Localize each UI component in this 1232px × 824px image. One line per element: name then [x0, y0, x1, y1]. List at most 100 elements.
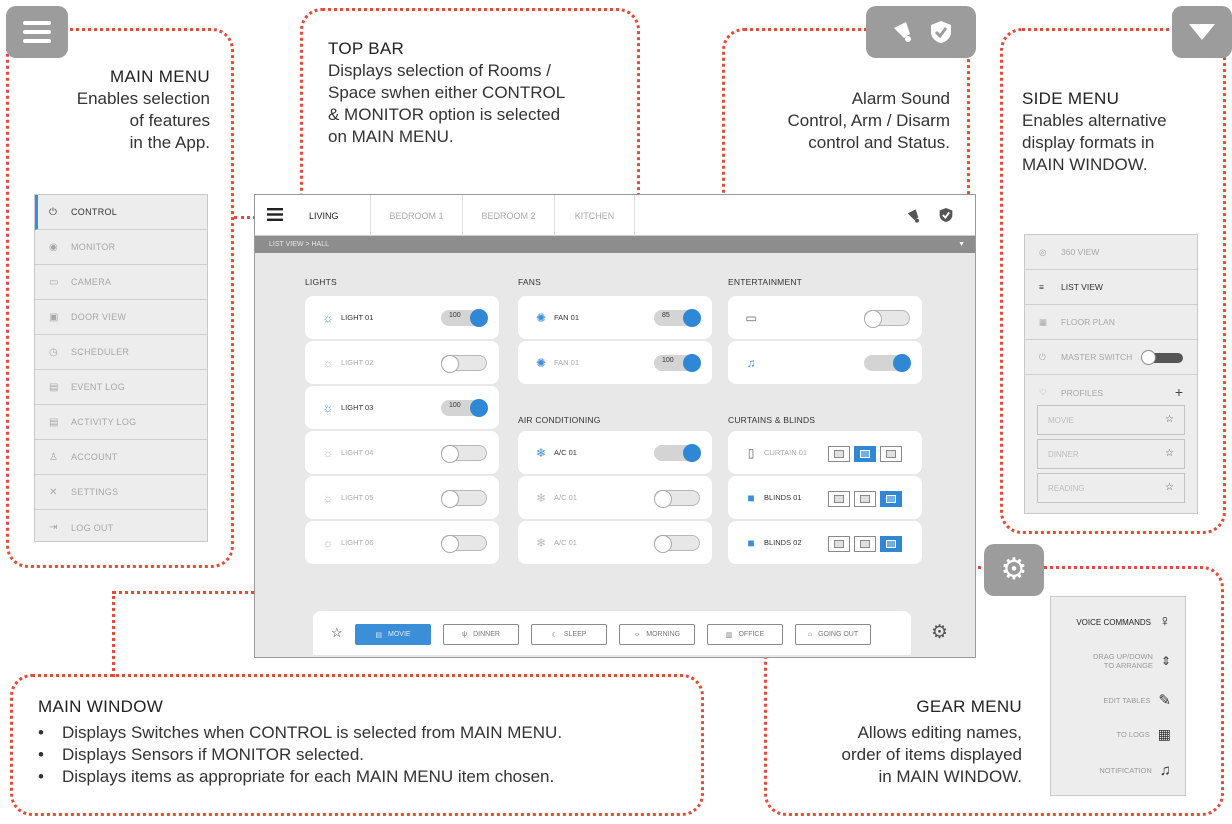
light-toggle[interactable]: [441, 490, 487, 508]
gear-item-voice-commands[interactable]: VOICE COMMANDS ♀: [1051, 607, 1185, 637]
profile-label: READING: [1048, 483, 1085, 493]
scene-bar: ☆ ▤ MOVIE ψ DINNER ☾ SLEEP ☼ MORNING ▥ OFFICE…: [313, 611, 911, 655]
bell-icon[interactable]: [905, 208, 921, 224]
profile-item[interactable]: DINNER ☆: [1037, 439, 1185, 469]
curtain-close-button[interactable]: [828, 446, 850, 462]
star-icon[interactable]: ☆: [331, 625, 343, 641]
side-item-label: LIST VIEW: [1061, 282, 1103, 292]
fan-toggle[interactable]: 100: [654, 354, 701, 372]
entertainment-toggle[interactable]: [864, 354, 911, 372]
menu-item-monitor[interactable]: ◉ MONITOR: [35, 230, 207, 265]
menu-item-settings[interactable]: ✕ SETTINGS: [35, 475, 207, 510]
ac-label: A/C 01: [554, 538, 577, 547]
light-label: LIGHT 04: [341, 448, 374, 457]
side-item-floor-plan[interactable]: ▦ FLOOR PLAN: [1025, 305, 1197, 340]
scene-going-out-button[interactable]: ⌂ GOING OUT: [795, 624, 871, 645]
light-level: 100: [449, 402, 461, 409]
gear-badge: ⚙: [984, 544, 1044, 596]
light-toggle[interactable]: [441, 445, 487, 463]
light-toggle[interactable]: [441, 535, 487, 553]
breadcrumb: LIST VIEW > HALL ▼: [255, 236, 975, 253]
blinds-icon: ■: [747, 490, 755, 505]
blinds-stop-button[interactable]: [854, 491, 876, 507]
connector-dot: [234, 216, 256, 219]
fan-toggle[interactable]: 85: [654, 309, 701, 327]
light-card: ☼ LIGHT 03 100: [305, 386, 499, 429]
side-item-360-view[interactable]: ◎ 360 VIEW: [1025, 235, 1197, 270]
menu-item-camera[interactable]: ▭ CAMERA: [35, 265, 207, 300]
side-item-master-switch[interactable]: ⏻ MASTER SWITCH: [1025, 340, 1197, 375]
menu-item-account[interactable]: ♙ ACCOUNT: [35, 440, 207, 475]
profile-item[interactable]: READING ☆: [1037, 473, 1185, 503]
scene-movie-button[interactable]: ▤ MOVIE: [355, 624, 431, 645]
gear-item-edit-tables[interactable]: EDIT TABLES ✎: [1051, 685, 1185, 715]
curtain-stop-button[interactable]: [854, 446, 876, 462]
light-toggle[interactable]: [441, 355, 487, 373]
profile-item[interactable]: MOVIE ☆: [1037, 405, 1185, 435]
moon-icon: ☾: [551, 631, 558, 639]
tab-bedroom-1[interactable]: BEDROOM 1: [371, 195, 463, 236]
shield-check-icon[interactable]: [939, 207, 953, 223]
menu-item-activity-log[interactable]: ▤ ACTIVITY LOG: [35, 405, 207, 440]
gear-icon[interactable]: ⚙: [931, 621, 948, 644]
menu-item-event-log[interactable]: ▤ EVENT LOG: [35, 370, 207, 405]
star-icon[interactable]: ☆: [1165, 448, 1174, 459]
side-item-label: MASTER SWITCH: [1061, 352, 1133, 362]
scene-dinner-button[interactable]: ψ DINNER: [443, 624, 519, 645]
light-card: ☼ LIGHT 02: [305, 341, 499, 384]
side-menu-description: SIDE MENU Enables alternative display fo…: [1022, 88, 1227, 176]
tab-bedroom-2[interactable]: BEDROOM 2: [463, 195, 555, 236]
gear-item-drag[interactable]: DRAG UP/DOWN TO ARRANGE ⇕: [1051, 643, 1185, 679]
entertainment-toggle[interactable]: [864, 310, 910, 328]
text-line: in the App.: [129, 133, 210, 152]
ac-label: A/C 01: [554, 448, 577, 457]
ac-toggle[interactable]: [654, 535, 700, 553]
blinds-down-button[interactable]: [828, 536, 850, 552]
star-icon[interactable]: ☆: [1165, 482, 1174, 493]
menu-item-label: LOG OUT: [71, 522, 114, 533]
ac-toggle[interactable]: [654, 490, 700, 508]
gear-item-to-logs[interactable]: TO LOGS ▦: [1051, 719, 1185, 749]
lightbulb-icon: ☼: [322, 490, 334, 505]
hamburger-icon: [267, 208, 283, 221]
scene-office-button[interactable]: ▥ OFFICE: [707, 624, 783, 645]
calendar-icon: ▦: [1157, 725, 1171, 742]
hamburger-button[interactable]: [267, 208, 283, 226]
light-label: LIGHT 03: [341, 403, 374, 412]
chevron-down-icon[interactable]: ▼: [958, 236, 965, 253]
tab-kitchen[interactable]: KITCHEN: [555, 195, 635, 236]
ac-toggle[interactable]: [654, 444, 701, 462]
text-line: Space swhen either CONTROL: [328, 83, 566, 102]
floor-plan-icon: ▦: [1039, 316, 1048, 327]
text-line: display formats in: [1022, 133, 1155, 152]
scene-morning-button[interactable]: ☼ MORNING: [619, 624, 695, 645]
side-menu-title: SIDE MENU: [1022, 89, 1120, 108]
menu-item-scheduler[interactable]: ◷ SCHEDULER: [35, 335, 207, 370]
gear-item-notification[interactable]: NOTIFICATION ♫: [1051, 755, 1185, 785]
scene-sleep-button[interactable]: ☾ SLEEP: [531, 624, 607, 645]
menu-item-log-out[interactable]: ⇥ LOG OUT: [35, 510, 207, 545]
blinds-stop-button[interactable]: [854, 536, 876, 552]
main-window-title: MAIN WINDOW: [38, 697, 164, 716]
gear-menu-title: GEAR MENU: [916, 697, 1022, 716]
blinds-up-button[interactable]: [880, 491, 902, 507]
light-toggle[interactable]: 100: [441, 399, 488, 417]
home-icon: ⌂: [807, 631, 813, 638]
edit-icon: ✎: [1158, 692, 1171, 709]
light-toggle[interactable]: 100: [441, 309, 488, 327]
menu-item-label: ACCOUNT: [71, 452, 118, 462]
section-title-fans: FANS: [518, 277, 542, 287]
triangle-down-icon: [1189, 24, 1215, 40]
add-profile-button[interactable]: +: [1175, 384, 1183, 400]
star-icon[interactable]: ☆: [1165, 414, 1174, 425]
curtain-open-button[interactable]: [880, 446, 902, 462]
menu-item-control[interactable]: ⏻ CONTROL: [35, 195, 207, 230]
blinds-up-button[interactable]: [880, 536, 902, 552]
music-icon: ♫: [746, 355, 756, 370]
side-item-list-view[interactable]: ≡ LIST VIEW: [1025, 270, 1197, 305]
menu-item-door-view[interactable]: ▣ DOOR VIEW: [35, 300, 207, 335]
gear-icon: ⚙: [1000, 553, 1028, 586]
tab-living[interactable]: LIVING: [291, 195, 371, 236]
blinds-down-button[interactable]: [828, 491, 850, 507]
master-switch-toggle[interactable]: [1141, 350, 1183, 365]
